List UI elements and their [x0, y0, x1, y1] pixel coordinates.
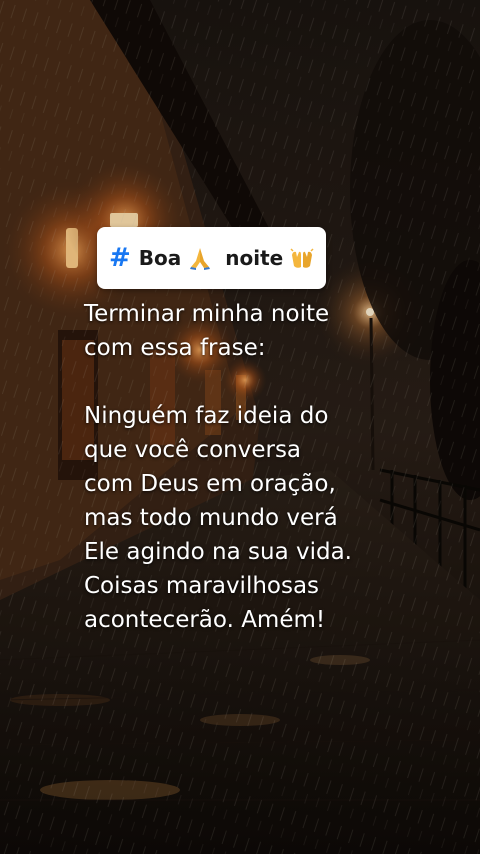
night-prayer-message: Terminar minha noite com essa frase: Nin…	[84, 297, 474, 637]
raising-hands-icon	[289, 245, 315, 271]
message-line: Ninguém faz ideia do	[84, 403, 329, 429]
message-line: Terminar minha noite	[84, 301, 330, 327]
sticker-word-boa: Boa	[138, 246, 182, 270]
message-line: mas todo mundo verá	[84, 505, 338, 531]
hashtag-icon: #	[109, 243, 131, 273]
message-line: que você conversa	[84, 437, 302, 463]
message-line: com Deus em oração,	[84, 471, 336, 497]
sticker-word-noite: noite	[225, 246, 284, 270]
message-line: com essa frase:	[84, 335, 266, 361]
praying-hands-icon	[187, 245, 213, 271]
message-line: Ele agindo na sua vida.	[84, 539, 352, 565]
message-line: Coisas maravilhosas	[84, 573, 320, 599]
good-night-hashtag-sticker: # Boa noite	[97, 227, 326, 289]
message-line: acontecerão. Amém!	[84, 607, 326, 633]
